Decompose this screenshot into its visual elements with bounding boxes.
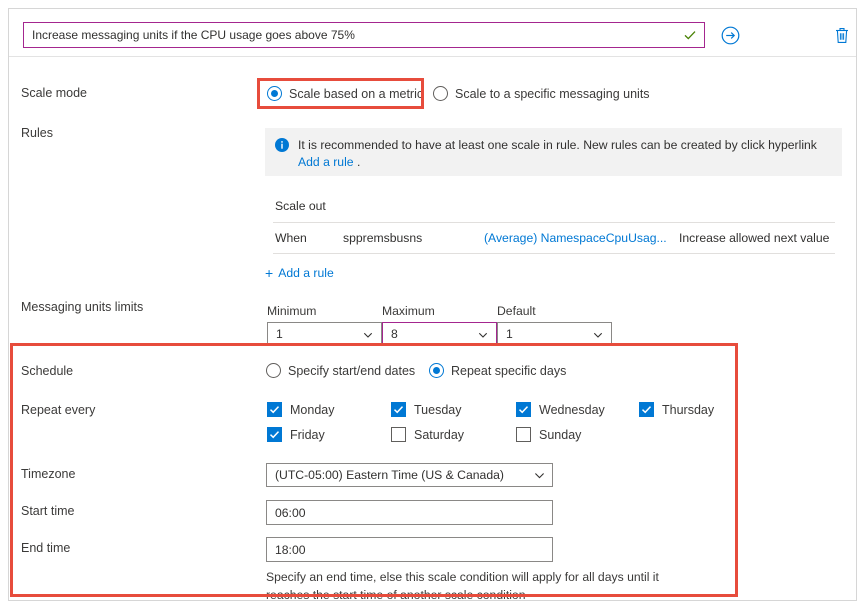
radio-scale-to-specific-units[interactable]	[433, 86, 448, 101]
maximum-label: Maximum	[382, 304, 435, 318]
info-circle-icon	[275, 138, 289, 152]
friday-label[interactable]: Friday	[290, 428, 325, 442]
chevron-down-icon	[534, 470, 544, 480]
default-dropdown[interactable]: 1	[497, 322, 612, 346]
timezone-label: Timezone	[21, 467, 76, 481]
checkbox-tuesday[interactable]: Tuesday	[391, 402, 461, 417]
rule-resource-cell: sppremsbusns	[343, 231, 423, 245]
checkbox-monday[interactable]: Monday	[267, 402, 334, 417]
friday-checkbox-box[interactable]	[267, 427, 282, 442]
tuesday-label[interactable]: Tuesday	[414, 403, 461, 417]
scale-condition-page: Scale mode Scale based on a metric Scale…	[0, 0, 865, 609]
checkbox-saturday[interactable]: Saturday	[391, 427, 464, 442]
rule-when-cell: When	[275, 231, 307, 245]
rule-action-cell: Increase allowed next value	[679, 231, 830, 245]
start-time-label: Start time	[21, 504, 75, 518]
wednesday-checkbox-box[interactable]	[516, 402, 531, 417]
wednesday-label[interactable]: Wednesday	[539, 403, 605, 417]
saturday-label[interactable]: Saturday	[414, 428, 464, 442]
rule-metric-cell[interactable]: (Average) NamespaceCpuUsag...	[484, 231, 679, 245]
end-time-helper-text: Specify an end time, else this scale con…	[266, 570, 659, 602]
schedule-label: Schedule	[21, 364, 74, 378]
scale-mode-option-specific[interactable]: Scale to a specific messaging units	[433, 86, 650, 101]
arrow-right-circle-icon[interactable]	[719, 24, 741, 46]
rules-info-text-before: It is recommended to have at least one s…	[298, 138, 817, 152]
end-time-input[interactable]	[266, 537, 553, 562]
scale-mode-option-metric-label[interactable]: Scale based on a metric	[289, 87, 423, 101]
thursday-label[interactable]: Thursday	[662, 403, 714, 417]
scale-mode-option-metric[interactable]: Scale based on a metric	[267, 86, 423, 101]
repeat-every-label: Repeat every	[21, 403, 96, 417]
maximum-dropdown[interactable]: 8	[382, 322, 497, 346]
scale-condition-panel: Scale mode Scale based on a metric Scale…	[8, 8, 857, 602]
maximum-value: 8	[391, 327, 398, 341]
scale-rules-table: Scale out When sppremsbusns (Average) Na…	[273, 199, 835, 254]
default-value: 1	[506, 327, 513, 341]
rule-name-field[interactable]	[23, 22, 705, 48]
rules-info-text-after: .	[353, 155, 361, 169]
start-time-input[interactable]	[266, 500, 553, 525]
timezone-value: (UTC-05:00) Eastern Time (US & Canada)	[275, 468, 504, 482]
saturday-checkbox-box[interactable]	[391, 427, 406, 442]
monday-checkbox-box[interactable]	[267, 402, 282, 417]
checkbox-friday[interactable]: Friday	[267, 427, 325, 442]
thursday-checkbox-box[interactable]	[639, 402, 654, 417]
trash-icon[interactable]	[831, 23, 853, 47]
chevron-down-icon	[363, 329, 373, 339]
scale-mode-label: Scale mode	[21, 86, 88, 100]
rules-info-banner: It is recommended to have at least one s…	[265, 128, 842, 176]
add-a-rule-label: Add a rule	[278, 266, 334, 280]
scale-out-header: Scale out	[273, 199, 835, 223]
rules-info-text: It is recommended to have at least one s…	[298, 137, 830, 176]
sunday-label[interactable]: Sunday	[539, 428, 581, 442]
end-time-label: End time	[21, 541, 71, 555]
checkbox-sunday[interactable]: Sunday	[516, 427, 581, 442]
radio-repeat-specific-days[interactable]	[429, 363, 444, 378]
chevron-down-icon	[593, 329, 603, 339]
minimum-dropdown[interactable]: 1	[267, 322, 382, 346]
add-a-rule-button[interactable]: + Add a rule	[265, 266, 334, 280]
timezone-dropdown[interactable]: (UTC-05:00) Eastern Time (US & Canada)	[266, 463, 553, 487]
chevron-down-icon	[478, 329, 488, 339]
radio-specify-start-end-dates[interactable]	[266, 363, 281, 378]
table-row[interactable]: When sppremsbusns (Average) NamespaceCpu…	[273, 223, 835, 254]
rule-header-row	[9, 9, 856, 57]
tuesday-checkbox-box[interactable]	[391, 402, 406, 417]
monday-label[interactable]: Monday	[290, 403, 334, 417]
radio-scale-based-on-metric[interactable]	[267, 86, 282, 101]
sunday-checkbox-box[interactable]	[516, 427, 531, 442]
schedule-option-repeat[interactable]: Repeat specific days	[429, 363, 566, 378]
checkbox-thursday[interactable]: Thursday	[639, 402, 714, 417]
scale-mode-option-specific-label[interactable]: Scale to a specific messaging units	[455, 87, 650, 101]
checkbox-wednesday[interactable]: Wednesday	[516, 402, 605, 417]
schedule-option-dates[interactable]: Specify start/end dates	[266, 363, 415, 378]
schedule-option-dates-label[interactable]: Specify start/end dates	[288, 364, 415, 378]
add-a-rule-link[interactable]: Add a rule	[298, 155, 354, 169]
minimum-label: Minimum	[267, 304, 317, 318]
checkmark-icon	[679, 24, 701, 46]
messaging-units-limits-label: Messaging units limits	[21, 300, 144, 314]
rule-name-input[interactable]	[24, 23, 679, 47]
schedule-option-repeat-label[interactable]: Repeat specific days	[451, 364, 566, 378]
rules-label: Rules	[21, 126, 53, 140]
plus-icon: +	[265, 265, 274, 281]
minimum-value: 1	[276, 327, 283, 341]
default-label: Default	[497, 304, 536, 318]
